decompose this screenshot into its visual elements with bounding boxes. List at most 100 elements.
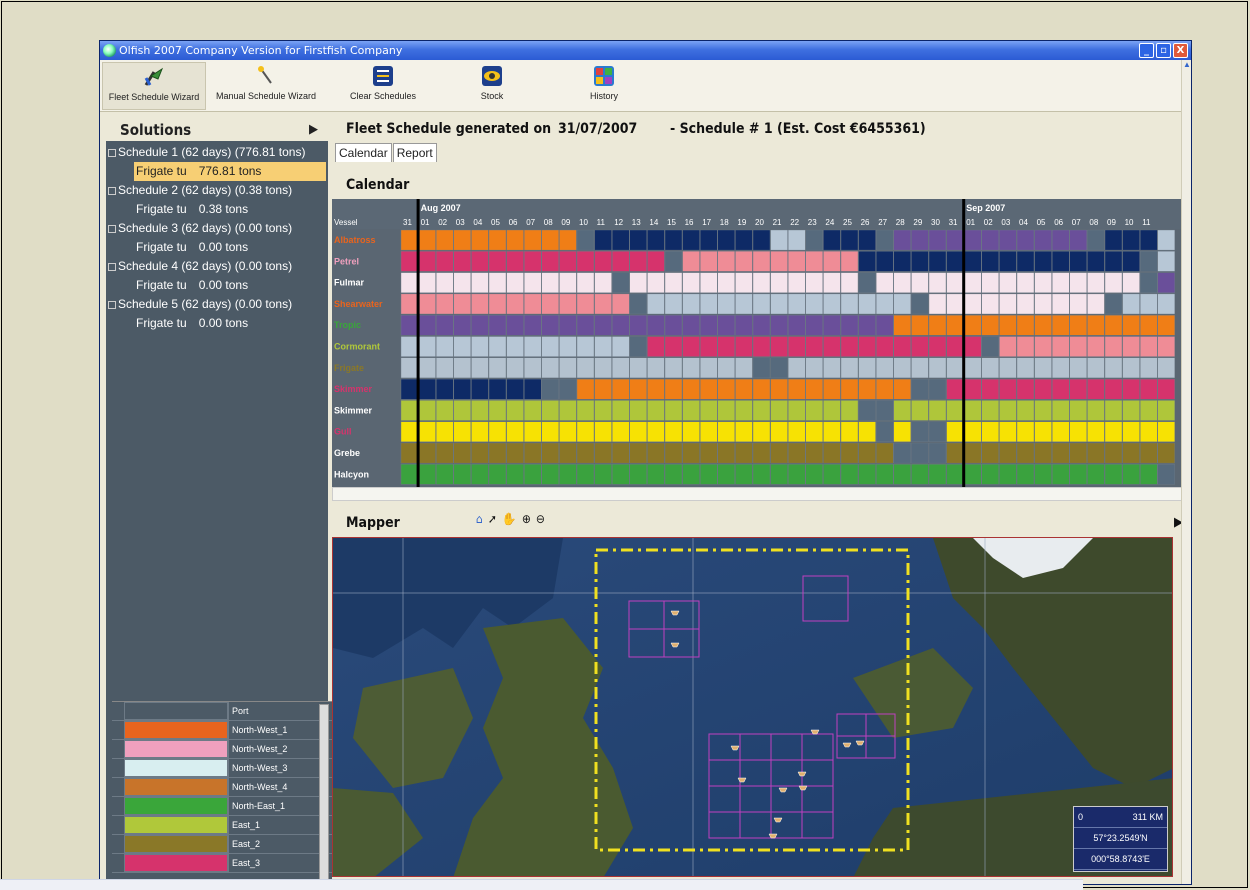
legend-item: Port bbox=[112, 702, 332, 721]
legend-item: East_1 bbox=[112, 816, 332, 835]
schedule-cell bbox=[999, 251, 1017, 272]
schedule-cell bbox=[576, 229, 595, 251]
schedule-cell bbox=[523, 421, 542, 442]
zoom-in-icon[interactable]: ⊕ bbox=[522, 512, 531, 526]
schedule-cell bbox=[928, 400, 947, 421]
schedule-item[interactable]: Schedule 1 (62 days) (776.81 tons) bbox=[108, 143, 328, 162]
tab-report[interactable]: Report bbox=[392, 143, 437, 162]
zoom-out-icon[interactable]: ⊖ bbox=[536, 512, 545, 526]
wand-fleet-icon bbox=[143, 66, 165, 88]
schedule-cell bbox=[1069, 400, 1087, 421]
schedule-cell bbox=[523, 314, 542, 336]
vessel-tons: 0.38 tons bbox=[198, 202, 249, 216]
schedule-cell bbox=[1016, 378, 1035, 400]
schedule-cell bbox=[717, 293, 735, 315]
clear-schedules-button[interactable]: Clear Schedules bbox=[340, 62, 426, 110]
calendar-grid[interactable]: Aug 2007 Sep 2007 Vessel 31 01 02 03 04 05 06 07 08… bbox=[332, 199, 1183, 487]
schedule-cell bbox=[576, 251, 595, 272]
schedule-item[interactable]: Schedule 3 (62 days) (0.00 tons) bbox=[108, 219, 328, 238]
page-hscroll[interactable] bbox=[0, 879, 1083, 890]
mapper-tools: ⌂ ➚ ✋ ⊕ ⊖ bbox=[476, 512, 545, 526]
schedule-cell bbox=[471, 251, 489, 272]
schedule-label: Schedule 2 (62 days) (0.38 tons) bbox=[118, 183, 293, 197]
schedule-cell bbox=[752, 442, 771, 464]
schedule-cell bbox=[682, 229, 700, 251]
mapper-header: Mapper ⌂ ➚ ✋ ⊕ ⊖ ▶ bbox=[332, 509, 1183, 537]
schedule-cell bbox=[717, 272, 735, 293]
history-button[interactable]: History bbox=[572, 62, 636, 110]
schedule-cell bbox=[700, 336, 718, 357]
schedule-vessel-item[interactable]: Frigate tu 0.00 tons bbox=[108, 276, 328, 295]
schedule-cell bbox=[541, 464, 560, 485]
expand-box-icon[interactable] bbox=[108, 148, 116, 157]
schedule-cell bbox=[541, 229, 560, 251]
schedule-cell bbox=[1069, 293, 1087, 315]
schedule-vessel-item[interactable]: Frigate tu 0.00 tons bbox=[108, 238, 328, 257]
title-bar[interactable]: Olfish 2007 Company Version for Firstfis… bbox=[100, 41, 1191, 60]
schedule-cell bbox=[541, 357, 560, 379]
stock-button[interactable]: Stock bbox=[462, 62, 522, 110]
schedule-cell bbox=[840, 229, 859, 251]
schedule-cell bbox=[418, 400, 436, 421]
manual-schedule-wizard-button[interactable]: Manual Schedule Wizard bbox=[210, 62, 322, 110]
schedule-cell bbox=[576, 314, 595, 336]
schedule-cell bbox=[1087, 378, 1105, 400]
schedule-cell bbox=[876, 336, 894, 357]
expand-box-icon[interactable] bbox=[108, 224, 116, 233]
schedule-cell bbox=[876, 272, 894, 293]
schedule-cell bbox=[612, 378, 630, 400]
schedule-cell bbox=[928, 229, 947, 251]
legend-swatch bbox=[124, 740, 228, 758]
schedule-cell bbox=[1122, 378, 1140, 400]
expand-box-icon[interactable] bbox=[108, 300, 116, 309]
schedule-vessel-item[interactable]: Frigate tu 0.00 tons bbox=[108, 314, 328, 333]
legend-scrollbar[interactable] bbox=[319, 704, 329, 880]
schedule-item[interactable]: Schedule 5 (62 days) (0.00 tons) bbox=[108, 295, 328, 314]
play-icon[interactable]: ▶ bbox=[309, 122, 318, 137]
schedule-cell bbox=[471, 272, 489, 293]
schedule-cell bbox=[1069, 229, 1087, 251]
arrow-icon[interactable]: ➚ bbox=[488, 512, 497, 526]
schedule-vessel-item[interactable]: Frigate tu 776.81 tons bbox=[134, 162, 326, 181]
calendar-hscroll[interactable] bbox=[332, 487, 1183, 501]
schedule-cell bbox=[629, 272, 647, 293]
window-vscroll[interactable]: ▲ bbox=[1181, 60, 1191, 884]
schedule-cell bbox=[946, 442, 964, 464]
schedule-vessel-item[interactable]: Frigate tu 0.38 tons bbox=[108, 200, 328, 219]
maximize-button[interactable]: ▫ bbox=[1156, 43, 1171, 58]
schedule-cell bbox=[629, 400, 647, 421]
fleet-schedule-wizard-label: Fleet Schedule Wizard bbox=[108, 92, 200, 102]
pan-hand-icon[interactable]: ✋ bbox=[502, 512, 517, 526]
schedule-cell bbox=[647, 336, 665, 357]
map-view[interactable]: 0 311 KM 57°23.2549'N 000°58.8743'E bbox=[332, 537, 1173, 877]
schedule-cell bbox=[964, 400, 982, 421]
day-label: 19 bbox=[737, 218, 746, 227]
schedule-cell bbox=[1104, 400, 1123, 421]
tab-calendar[interactable]: Calendar bbox=[335, 143, 392, 162]
fleet-schedule-wizard-button[interactable]: Fleet Schedule Wizard bbox=[102, 62, 206, 110]
expand-box-icon[interactable] bbox=[108, 186, 116, 195]
schedule-item[interactable]: Schedule 4 (62 days) (0.00 tons) bbox=[108, 257, 328, 276]
schedule-cell bbox=[400, 229, 419, 251]
schedule-cell bbox=[911, 336, 929, 357]
schedule-cell bbox=[488, 464, 507, 485]
day-label: 30 bbox=[931, 218, 940, 227]
schedule-cell bbox=[1034, 421, 1052, 442]
schedule-cell bbox=[717, 378, 735, 400]
schedule-cell bbox=[823, 251, 841, 272]
schedule-item[interactable]: Schedule 2 (62 days) (0.38 tons) bbox=[108, 181, 328, 200]
schedule-cell bbox=[788, 378, 806, 400]
minimize-button[interactable]: _ bbox=[1139, 43, 1154, 58]
schedule-cell bbox=[1016, 251, 1035, 272]
schedule-cell bbox=[682, 421, 700, 442]
schedule-cell bbox=[946, 293, 964, 315]
home-icon[interactable]: ⌂ bbox=[476, 512, 483, 526]
map-canvas[interactable] bbox=[333, 538, 1173, 877]
schedule-cell bbox=[823, 464, 841, 485]
close-button[interactable]: X bbox=[1173, 43, 1188, 58]
schedule-cell bbox=[418, 357, 436, 379]
schedule-cell bbox=[1016, 272, 1035, 293]
schedule-cell bbox=[682, 442, 700, 464]
expand-box-icon[interactable] bbox=[108, 262, 116, 271]
legend-item: North-West_4 bbox=[112, 778, 332, 797]
